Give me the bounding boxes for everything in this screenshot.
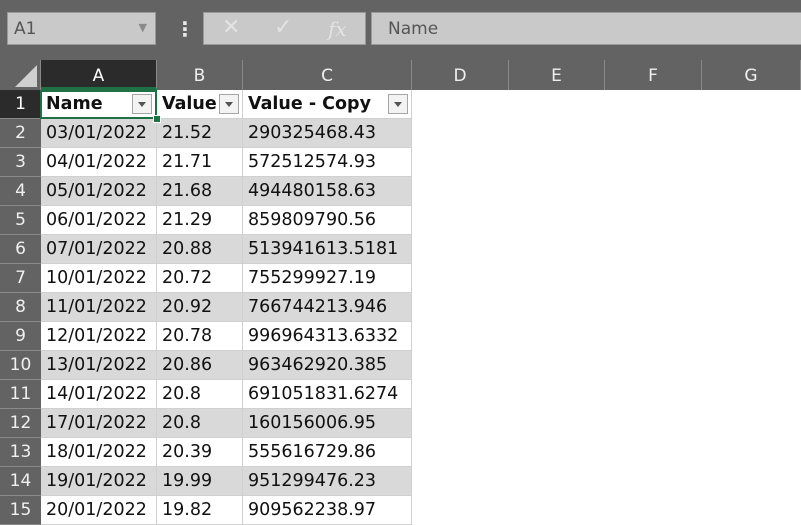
cell-value-copy[interactable]: 766744213.946 xyxy=(243,293,412,322)
cell-value[interactable]: 20.8 xyxy=(157,409,243,438)
more-options-icon[interactable]: ⋮ xyxy=(175,14,195,44)
cell-value[interactable]: 20.72 xyxy=(157,264,243,293)
name-box-value: A1 xyxy=(14,19,37,39)
cell-name[interactable]: 03/01/2022 xyxy=(41,119,157,148)
cell-value-copy[interactable]: 555616729.86 xyxy=(243,438,412,467)
cell-value[interactable]: 20.78 xyxy=(157,322,243,351)
column-header-d[interactable]: D xyxy=(412,60,509,90)
cell-value-copy[interactable]: 996964313.6332 xyxy=(243,322,412,351)
header-label: Value - Copy xyxy=(248,94,371,114)
cell-value-copy[interactable]: 513941613.5181 xyxy=(243,235,412,264)
cell-value[interactable]: 21.29 xyxy=(157,206,243,235)
row-header-2[interactable]: 2 xyxy=(0,119,41,148)
header-label: Value xyxy=(162,94,217,114)
cell-name[interactable]: 05/01/2022 xyxy=(41,177,157,206)
row-header-8[interactable]: 8 xyxy=(0,293,41,322)
cell-value[interactable]: 20.39 xyxy=(157,438,243,467)
row-header-11[interactable]: 11 xyxy=(0,380,41,409)
row-header-12[interactable]: 12 xyxy=(0,409,41,438)
row-header-1[interactable]: 1 xyxy=(0,90,41,119)
fill-handle[interactable] xyxy=(153,115,161,123)
row-header-10[interactable]: 10 xyxy=(0,351,41,380)
cell-value[interactable]: 21.71 xyxy=(157,148,243,177)
column-header-f[interactable]: F xyxy=(605,60,702,90)
cell-name[interactable]: 13/01/2022 xyxy=(41,351,157,380)
table-header-value-copy[interactable]: Value - Copy xyxy=(243,90,412,119)
row-header-6[interactable]: 6 xyxy=(0,235,41,264)
cancel-icon[interactable]: ✕ xyxy=(222,15,240,40)
cell-value[interactable]: 20.92 xyxy=(157,293,243,322)
name-box[interactable]: A1 ▼ xyxy=(7,12,156,45)
formula-bar: A1 ▼ ⋮ ✕ ✓ fx Name xyxy=(0,0,801,60)
cell-value-copy[interactable]: 963462920.385 xyxy=(243,351,412,380)
cell-value-copy[interactable]: 909562238.97 xyxy=(243,496,412,525)
column-header-c[interactable]: C xyxy=(243,60,412,90)
row-header-13[interactable]: 13 xyxy=(0,438,41,467)
empty-grid-area[interactable] xyxy=(412,90,801,524)
table-header-name[interactable]: Name xyxy=(41,90,157,119)
formula-input[interactable]: Name xyxy=(371,12,801,45)
cell-value[interactable]: 20.86 xyxy=(157,351,243,380)
cell-value[interactable]: 19.99 xyxy=(157,467,243,496)
cell-name[interactable]: 19/01/2022 xyxy=(41,467,157,496)
filter-dropdown-icon[interactable] xyxy=(219,94,239,114)
header-label: Name xyxy=(46,94,103,114)
cell-name[interactable]: 06/01/2022 xyxy=(41,206,157,235)
row-header-15[interactable]: 15 xyxy=(0,496,41,525)
cell-name[interactable]: 11/01/2022 xyxy=(41,293,157,322)
cell-value[interactable]: 21.68 xyxy=(157,177,243,206)
cell-value-copy[interactable]: 755299927.19 xyxy=(243,264,412,293)
cell-name[interactable]: 12/01/2022 xyxy=(41,322,157,351)
chevron-down-icon[interactable]: ▼ xyxy=(139,21,147,34)
cell-value-copy[interactable]: 691051831.6274 xyxy=(243,380,412,409)
cell-value[interactable]: 20.8 xyxy=(157,380,243,409)
cell-value[interactable]: 20.88 xyxy=(157,235,243,264)
enter-icon[interactable]: ✓ xyxy=(274,15,292,40)
cell-value-copy[interactable]: 494480158.63 xyxy=(243,177,412,206)
cell-name[interactable]: 10/01/2022 xyxy=(41,264,157,293)
row-header-3[interactable]: 3 xyxy=(0,148,41,177)
column-header-b[interactable]: B xyxy=(157,60,243,90)
cell-name[interactable]: 18/01/2022 xyxy=(41,438,157,467)
select-all-button[interactable] xyxy=(0,60,41,90)
cell-value[interactable]: 19.82 xyxy=(157,496,243,525)
insert-function-icon[interactable]: fx xyxy=(328,17,347,41)
cell-value-copy[interactable]: 572512574.93 xyxy=(243,148,412,177)
formula-value: Name xyxy=(388,19,439,39)
row-header-9[interactable]: 9 xyxy=(0,322,41,351)
row-header-7[interactable]: 7 xyxy=(0,264,41,293)
row-header-4[interactable]: 4 xyxy=(0,177,41,206)
formula-actions: ✕ ✓ fx xyxy=(203,12,366,45)
cell-name[interactable]: 14/01/2022 xyxy=(41,380,157,409)
row-header-5[interactable]: 5 xyxy=(0,206,41,235)
cell-name[interactable]: 17/01/2022 xyxy=(41,409,157,438)
cell-name[interactable]: 07/01/2022 xyxy=(41,235,157,264)
cell-value-copy[interactable]: 951299476.23 xyxy=(243,467,412,496)
filter-dropdown-icon[interactable] xyxy=(132,94,152,114)
column-header-e[interactable]: E xyxy=(509,60,605,90)
cell-value-copy[interactable]: 160156006.95 xyxy=(243,409,412,438)
filter-dropdown-icon[interactable] xyxy=(388,94,408,114)
cell-value-copy[interactable]: 859809790.56 xyxy=(243,206,412,235)
cell-value[interactable]: 21.52 xyxy=(157,119,243,148)
column-header-g[interactable]: G xyxy=(702,60,801,90)
table-header-value[interactable]: Value xyxy=(157,90,243,119)
cell-value-copy[interactable]: 290325468.43 xyxy=(243,119,412,148)
select-all-icon xyxy=(15,65,37,87)
column-header-a[interactable]: A xyxy=(41,60,157,90)
cell-name[interactable]: 04/01/2022 xyxy=(41,148,157,177)
cell-name[interactable]: 20/01/2022 xyxy=(41,496,157,525)
row-header-14[interactable]: 14 xyxy=(0,467,41,496)
